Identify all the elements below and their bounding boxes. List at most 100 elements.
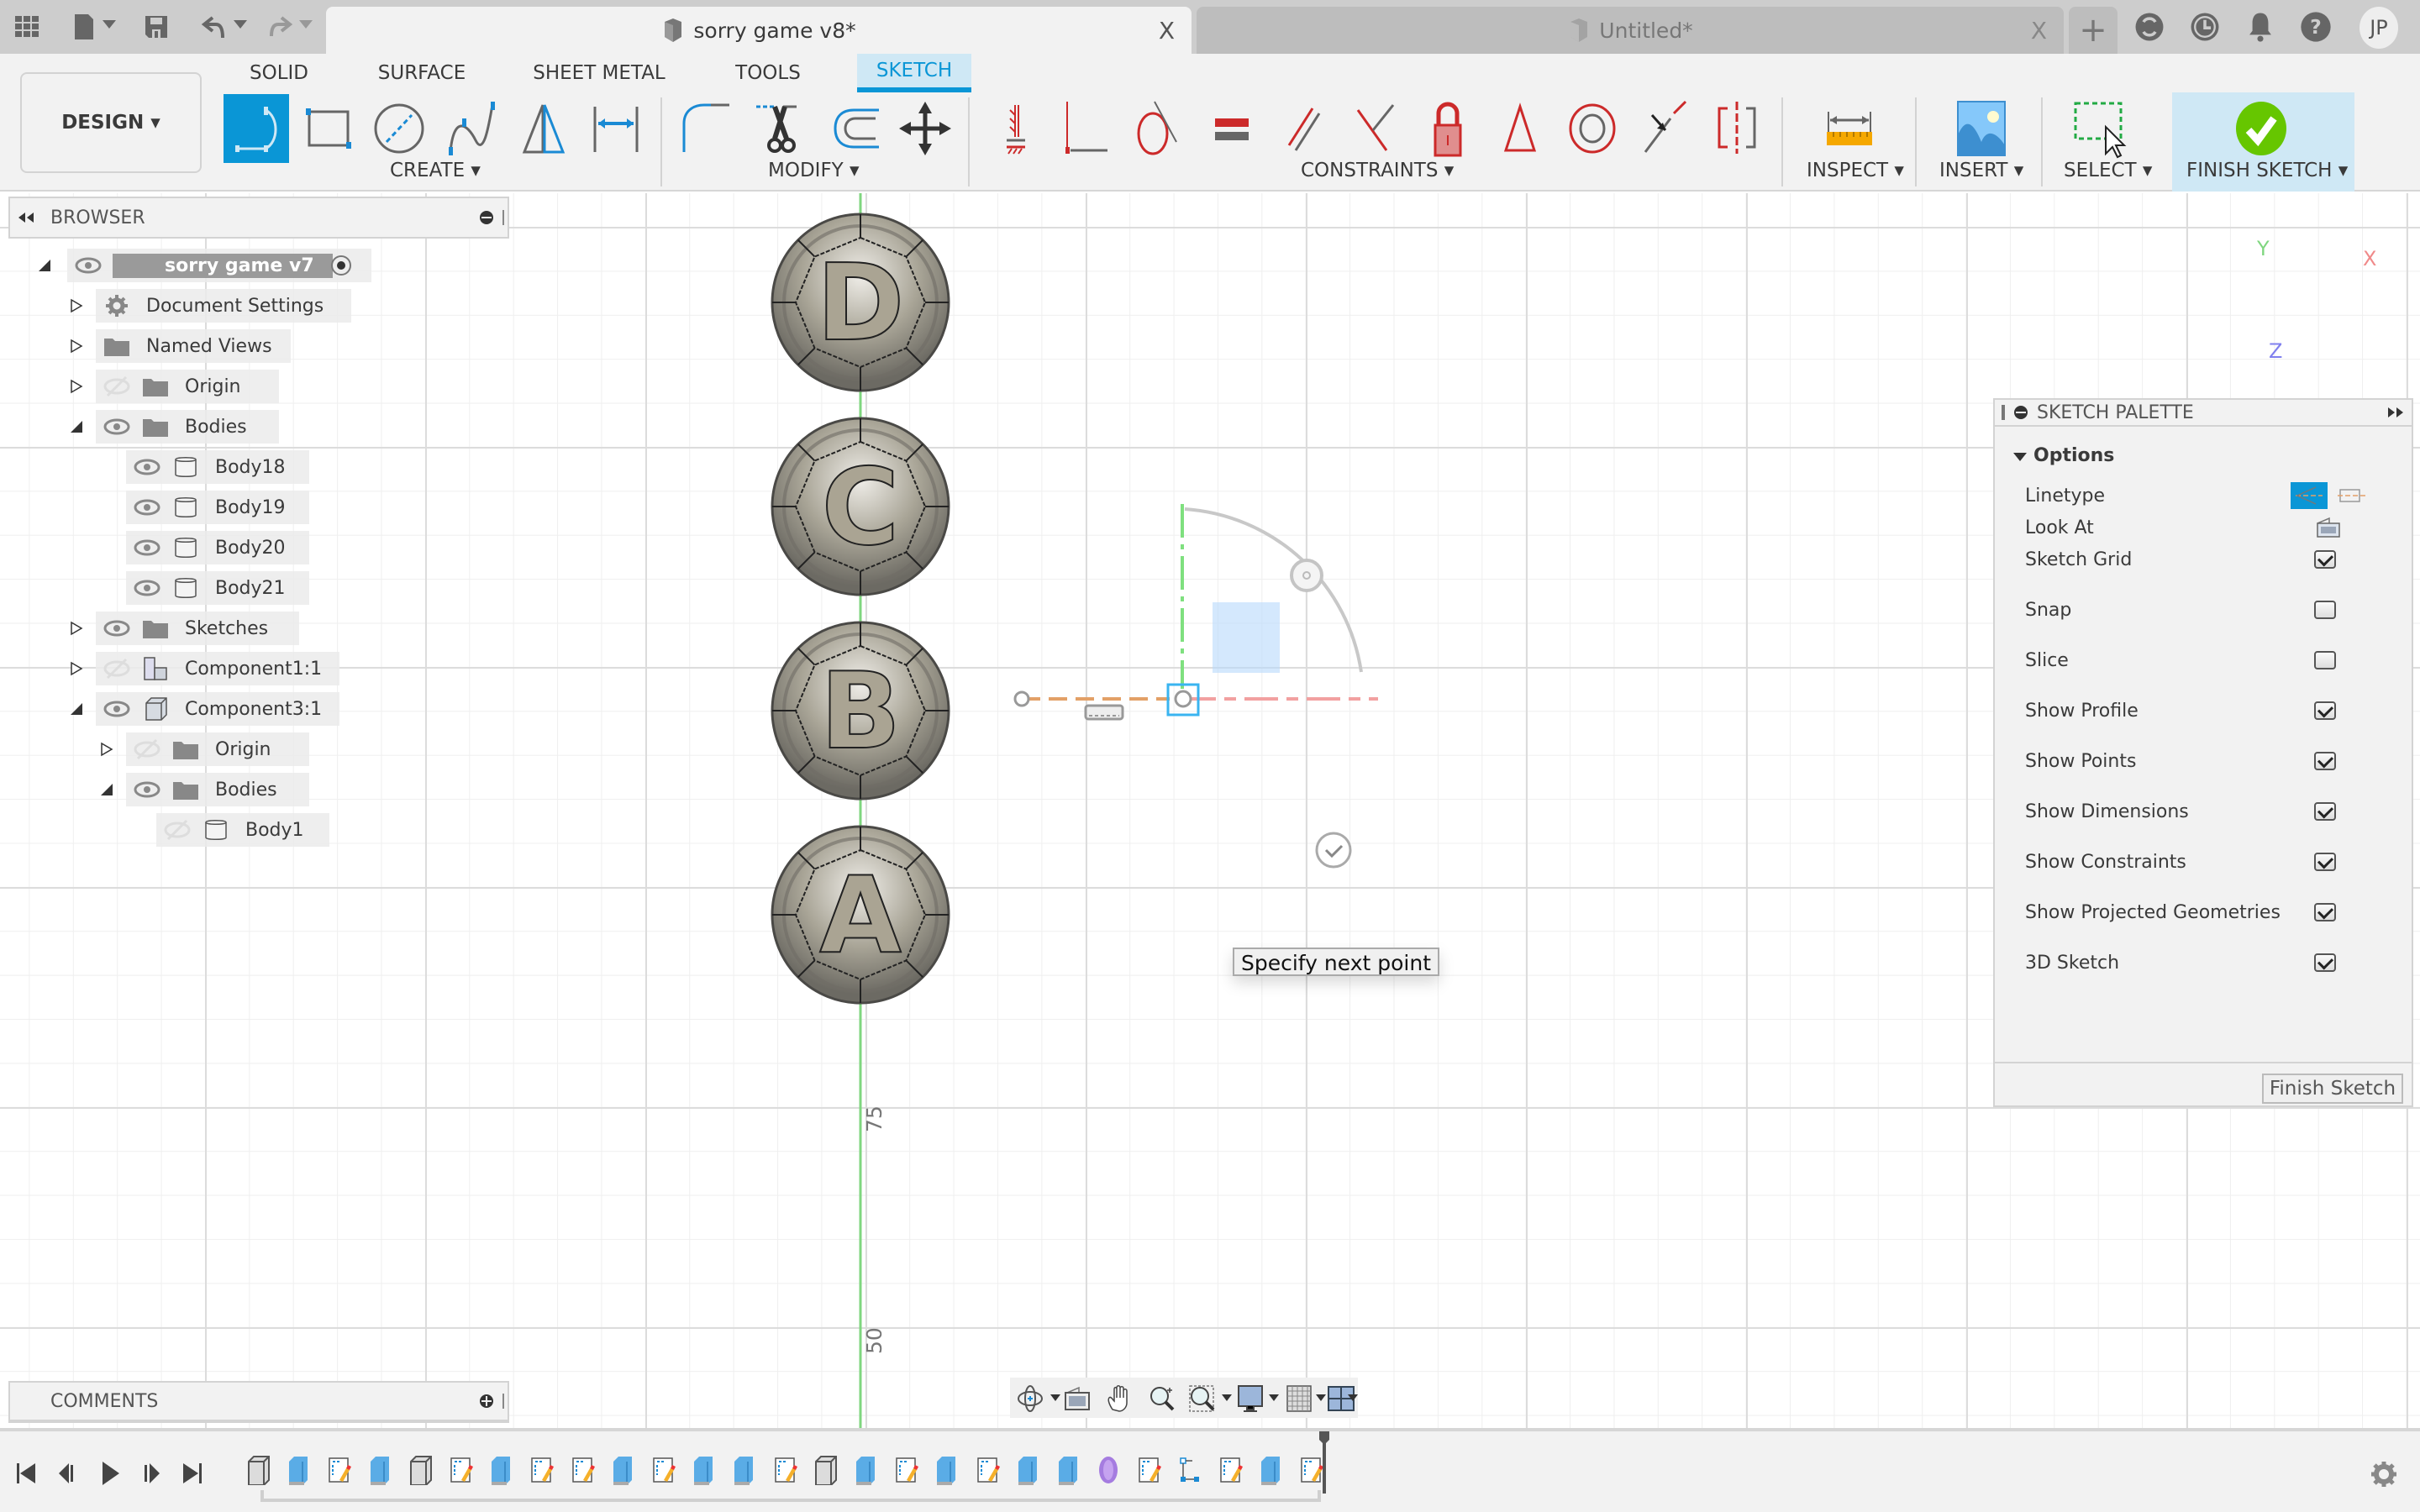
close-tab-button[interactable]: X — [2031, 17, 2047, 45]
finish-sketch-menu[interactable]: FINISH SKETCH ▾ — [2186, 160, 2348, 181]
zoom-icon[interactable] — [1148, 1384, 1178, 1413]
step-back-icon[interactable] — [55, 1460, 81, 1487]
viewports-dropdown-caret[interactable] — [1348, 1394, 1358, 1401]
timeline-sketch-feature[interactable] — [568, 1455, 597, 1485]
options-section-toggle[interactable]: Options — [2013, 445, 2114, 466]
timeline-extrude-feature[interactable] — [689, 1455, 718, 1485]
step-forward-icon[interactable] — [138, 1460, 163, 1487]
timeline-sketch-feature[interactable] — [649, 1455, 677, 1485]
timeline-constraint-feature[interactable] — [1176, 1455, 1204, 1485]
document-tab-inactive[interactable]: Untitled* X — [1197, 7, 2064, 54]
equal-constraint-button[interactable] — [1200, 94, 1265, 163]
expand-toggle-icon[interactable] — [69, 661, 84, 676]
palette-option-checkbox[interactable] — [2314, 651, 2336, 669]
extensions-icon[interactable] — [2133, 10, 2166, 44]
insert-menu[interactable]: INSERT ▾ — [1939, 160, 2023, 181]
timeline-extrude-feature[interactable] — [608, 1455, 637, 1485]
zoom-dropdown-caret[interactable] — [1222, 1394, 1232, 1401]
palette-option-checkbox[interactable] — [2314, 701, 2336, 720]
expand-toggle-icon[interactable] — [69, 379, 84, 394]
timeline-sketch-feature[interactable] — [1216, 1455, 1244, 1485]
offset-tool-button[interactable] — [820, 94, 886, 163]
tab-tools[interactable]: TOOLS — [728, 54, 808, 92]
collapse-toggle-icon[interactable] — [37, 258, 52, 273]
concentric-constraint-button[interactable] — [1560, 94, 1625, 163]
tab-sheet-metal[interactable]: SHEET METAL — [529, 54, 669, 92]
look-at-icon[interactable] — [1062, 1384, 1092, 1413]
visibility-eye-icon[interactable] — [133, 575, 161, 601]
help-icon[interactable]: ? — [2299, 10, 2333, 44]
tab-solid[interactable]: SOLID — [240, 54, 318, 92]
visibility-eye-icon[interactable] — [103, 696, 131, 722]
tab-surface[interactable]: SURFACE — [375, 54, 469, 92]
coincident-constraint-button[interactable] — [1054, 94, 1119, 163]
visibility-eye-icon[interactable] — [74, 253, 103, 278]
palette-option-checkbox[interactable] — [2314, 550, 2336, 569]
symmetry-constraint-button[interactable] — [1704, 94, 1770, 163]
redo-icon[interactable] — [262, 10, 296, 44]
rectangle-tool-button[interactable] — [296, 94, 361, 163]
timeline-extrude-feature[interactable] — [487, 1455, 515, 1485]
construction-linetype-button[interactable] — [2291, 482, 2328, 509]
apps-grid-icon[interactable] — [10, 10, 44, 44]
timeline-component-feature[interactable] — [244, 1455, 272, 1485]
browser-options-icon[interactable] — [479, 210, 494, 225]
expand-toggle-icon[interactable] — [69, 339, 84, 354]
fix-unfix-lock-button[interactable] — [1415, 94, 1481, 163]
visibility-eye-icon[interactable] — [133, 535, 161, 560]
palette-minimize-icon[interactable] — [2013, 405, 2028, 420]
zoom-window-icon[interactable] — [1188, 1384, 1218, 1413]
hidden-eye-icon[interactable] — [103, 656, 131, 681]
palette-option-checkbox[interactable] — [2314, 802, 2336, 821]
job-status-icon[interactable] — [2188, 10, 2222, 44]
grid-snap-icon[interactable] — [1284, 1384, 1314, 1413]
hidden-eye-icon[interactable] — [133, 737, 161, 762]
timeline-extrude-feature[interactable] — [851, 1455, 880, 1485]
midpoint-constraint-button[interactable] — [1487, 94, 1553, 163]
sketch-dimension-tool-button[interactable] — [583, 94, 649, 163]
timeline-sketch-feature[interactable] — [446, 1455, 475, 1485]
palette-option-checkbox[interactable] — [2314, 953, 2336, 972]
undo-icon[interactable] — [198, 10, 232, 44]
spline-tool-button[interactable] — [439, 94, 504, 163]
create-menu[interactable]: CREATE ▾ — [390, 160, 481, 181]
visibility-eye-icon[interactable] — [103, 414, 131, 439]
timeline-component-feature[interactable] — [811, 1455, 839, 1485]
measure-tool-button[interactable] — [1817, 94, 1882, 163]
collapse-panel-icon[interactable] — [17, 212, 35, 223]
document-tab-active[interactable]: sorry game v8* X — [326, 7, 1192, 54]
undo-history-caret[interactable] — [234, 20, 247, 29]
file-icon[interactable] — [67, 10, 101, 44]
pan-hand-icon[interactable] — [1104, 1384, 1134, 1413]
timeline-extrude-feature[interactable] — [1256, 1455, 1285, 1485]
tangent-constraint-button[interactable] — [1124, 94, 1190, 163]
circle-tool-button[interactable] — [366, 94, 432, 163]
line-tool-button[interactable] — [224, 94, 289, 163]
expand-palette-icon[interactable] — [2386, 407, 2405, 418]
timeline-pattern-feature[interactable] — [1094, 1455, 1123, 1485]
timeline-extrude-feature[interactable] — [366, 1455, 394, 1485]
collapse-toggle-icon[interactable] — [69, 419, 84, 434]
go-to-end-icon[interactable] — [180, 1460, 205, 1487]
expand-toggle-icon[interactable] — [69, 298, 84, 313]
tab-sketch[interactable]: SKETCH — [857, 54, 971, 92]
select-tool-button[interactable] — [2065, 94, 2131, 163]
centerline-linetype-button[interactable] — [2338, 486, 2366, 505]
palette-finish-sketch-button[interactable]: Finish Sketch — [2262, 1074, 2403, 1104]
panel-resize-handle[interactable] — [502, 210, 504, 225]
add-comment-icon[interactable] — [479, 1394, 494, 1409]
timeline-component-feature[interactable] — [406, 1455, 434, 1485]
timeline-extrude-feature[interactable] — [729, 1455, 758, 1485]
save-icon[interactable] — [139, 10, 173, 44]
palette-option-checkbox[interactable] — [2314, 853, 2336, 871]
timeline-extrude-feature[interactable] — [1054, 1455, 1082, 1485]
workspace-switcher-button[interactable]: DESIGN ▾ — [20, 72, 202, 173]
panel-resize-handle[interactable] — [502, 1394, 504, 1409]
mirror-tool-button[interactable] — [511, 94, 576, 163]
display-settings-icon[interactable] — [1235, 1384, 1265, 1413]
grid-dropdown-caret[interactable] — [1316, 1394, 1326, 1401]
look-at-icon[interactable] — [2316, 517, 2341, 538]
close-tab-button[interactable]: X — [1159, 17, 1175, 45]
timeline-extrude-feature[interactable] — [1013, 1455, 1042, 1485]
redo-history-caret[interactable] — [299, 20, 313, 29]
